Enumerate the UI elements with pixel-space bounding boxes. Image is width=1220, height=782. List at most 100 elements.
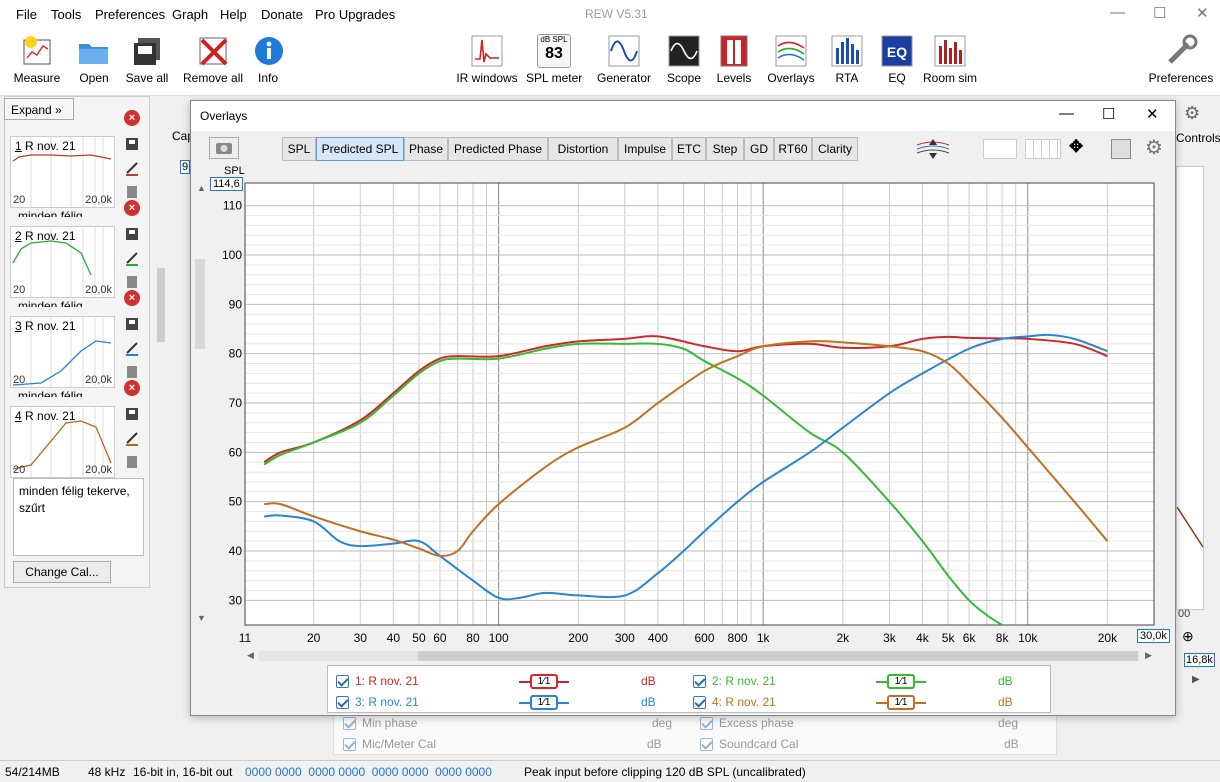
levels-button[interactable]: Levels: [714, 34, 754, 85]
info-button[interactable]: Info: [252, 34, 284, 85]
trace-2-smoothing[interactable]: 1⁄1: [876, 674, 926, 690]
open-button[interactable]: Open: [74, 34, 114, 85]
save-measurement-icon[interactable]: [124, 136, 140, 152]
minimize-icon[interactable]: —: [1110, 4, 1125, 21]
measurement-name: 3 R nov. 21: [15, 319, 76, 333]
double-chevron-icon: »: [55, 103, 62, 117]
x-tick-label: 100: [489, 631, 509, 645]
rta-icon: [830, 34, 864, 68]
trace-4-smoothing[interactable]: 1⁄1: [876, 695, 926, 711]
x-tick-label: 5k: [942, 631, 956, 645]
y-tick-label: 30: [229, 593, 243, 607]
notes-icon[interactable]: [124, 364, 140, 380]
measurement-card-1[interactable]: 1 R nov. 21 20 20,0k: [10, 136, 115, 208]
menu-file[interactable]: File: [16, 7, 37, 22]
gear-icon[interactable]: ⚙: [1184, 103, 1200, 124]
arrow-right-icon[interactable]: ▶: [1192, 674, 1200, 685]
generator-icon: [607, 34, 641, 68]
x-tick-label: 80: [466, 631, 480, 645]
notes-icon[interactable]: [124, 454, 140, 470]
eq-icon: EQ: [880, 34, 914, 68]
thumbnail-x-start: 20: [13, 374, 26, 386]
eq-button[interactable]: EQ EQ: [879, 34, 915, 85]
save-measurement-icon[interactable]: [124, 226, 140, 242]
measurement-card-3[interactable]: 3 R nov. 21 20 20,0k: [10, 316, 115, 388]
measurement-card-2[interactable]: 2 R nov. 21 20 20,0k: [10, 226, 115, 298]
edit-measurement-icon[interactable]: [124, 160, 140, 176]
x-tick-label: 20k: [1098, 631, 1118, 645]
bit-depth: 16-bit in, 16-bit out: [133, 765, 233, 779]
x-tick-label: 20: [307, 631, 321, 645]
trace-legend: 1: R nov. 21 1⁄1 dB 2: R nov. 21 1⁄1 dB 3: R n…: [327, 665, 1051, 713]
trace-1-smoothing[interactable]: 1⁄1: [519, 674, 569, 690]
menu-graph[interactable]: Graph: [172, 7, 208, 22]
x-tick-label: 8k: [996, 631, 1010, 645]
measure-button[interactable]: Measure: [12, 34, 62, 85]
notes-icon[interactable]: [124, 184, 140, 200]
room-sim-button[interactable]: Room sim: [920, 34, 980, 85]
y-tick-label: 90: [229, 297, 243, 311]
menu-donate[interactable]: Donate: [261, 7, 303, 22]
trace-3-checkbox[interactable]: [336, 696, 349, 709]
edit-measurement-icon[interactable]: [124, 430, 140, 446]
min-phase-checkbox[interactable]: [343, 717, 356, 730]
close-icon[interactable]: ✕: [1196, 4, 1209, 22]
x-tick-label: 300: [615, 631, 635, 645]
measurement-notes[interactable]: minden félig tekerve, szűrt: [13, 478, 144, 556]
generator-button[interactable]: Generator: [596, 34, 652, 85]
trace-1-unit: dB: [641, 674, 656, 688]
remove-all-button[interactable]: Remove all: [183, 34, 243, 85]
spl-meter-button[interactable]: dB SPL 83 SPL meter: [526, 34, 582, 85]
edit-measurement-icon[interactable]: [124, 250, 140, 266]
save-measurement-icon[interactable]: [124, 406, 140, 422]
remove-measurement-icon[interactable]: ×: [124, 290, 140, 306]
secondary-traces-panel: Min phase deg Excess phase deg Mic/Meter…: [333, 713, 1057, 755]
menu-pro-upgrades[interactable]: Pro Upgrades: [315, 7, 395, 22]
edit-measurement-icon[interactable]: [124, 340, 140, 356]
x-tick-label: 40: [387, 631, 401, 645]
change-cal-button[interactable]: Change Cal...: [13, 561, 111, 583]
notes-icon[interactable]: [124, 274, 140, 290]
ir-windows-button[interactable]: IR windows: [456, 34, 518, 85]
x-tick-label: 800: [728, 631, 748, 645]
zoom-in-icon[interactable]: ⊕: [1182, 628, 1194, 645]
spl-overlay-chart[interactable]: 30 40 50 60 70 80 90 100 110 11 20 30 40 50 60 80 100 200…: [191, 101, 1175, 661]
scope-icon: [667, 34, 701, 68]
x-tick-label: 2k: [836, 631, 850, 645]
measurement-card-4[interactable]: 4 R nov. 21 20 20,0k: [10, 406, 115, 478]
scope-button[interactable]: Scope: [664, 34, 704, 85]
remove-measurement-icon[interactable]: ×: [124, 380, 140, 396]
x-tick-label: 6k: [963, 631, 977, 645]
mic-cal-checkbox[interactable]: [343, 738, 356, 751]
menu-help[interactable]: Help: [220, 7, 247, 22]
menu-tools[interactable]: Tools: [51, 7, 81, 22]
x-tick-label: 30: [354, 631, 368, 645]
trace-2-checkbox[interactable]: [693, 675, 706, 688]
x-tick-label: 400: [648, 631, 668, 645]
soundcard-cal-checkbox[interactable]: [700, 738, 713, 751]
left-scrollbar[interactable]: [157, 268, 165, 342]
preferences-button[interactable]: Preferences: [1148, 34, 1214, 85]
y-tick-label: 80: [229, 347, 243, 361]
overlays-button[interactable]: Overlays: [765, 34, 817, 85]
excess-phase-checkbox[interactable]: [700, 717, 713, 730]
menu-preferences[interactable]: Preferences: [95, 7, 165, 22]
trace-1-checkbox[interactable]: [336, 675, 349, 688]
trace-3-smoothing[interactable]: 1⁄1: [519, 695, 569, 711]
maximize-icon[interactable]: ☐: [1153, 4, 1166, 22]
thumbnail-x-end: 20,0k: [85, 464, 112, 476]
trace-4-unit: dB: [998, 695, 1013, 709]
memory-usage: 54/214MB: [5, 765, 60, 779]
save-all-button[interactable]: Save all: [124, 34, 170, 85]
expand-button[interactable]: Expand »: [4, 98, 74, 120]
room-sim-icon: [933, 34, 967, 68]
trace-4-checkbox[interactable]: [693, 696, 706, 709]
x-tick-label: 3k: [883, 631, 897, 645]
rta-button[interactable]: RTA: [829, 34, 865, 85]
x-tick-label: 50: [412, 631, 426, 645]
remove-measurement-icon[interactable]: ×: [124, 200, 140, 216]
remove-measurement-icon[interactable]: ×: [124, 110, 140, 126]
save-measurement-icon[interactable]: [124, 316, 140, 332]
trace-2-unit: dB: [998, 674, 1013, 688]
thumbnail-x-start: 20: [13, 464, 26, 476]
